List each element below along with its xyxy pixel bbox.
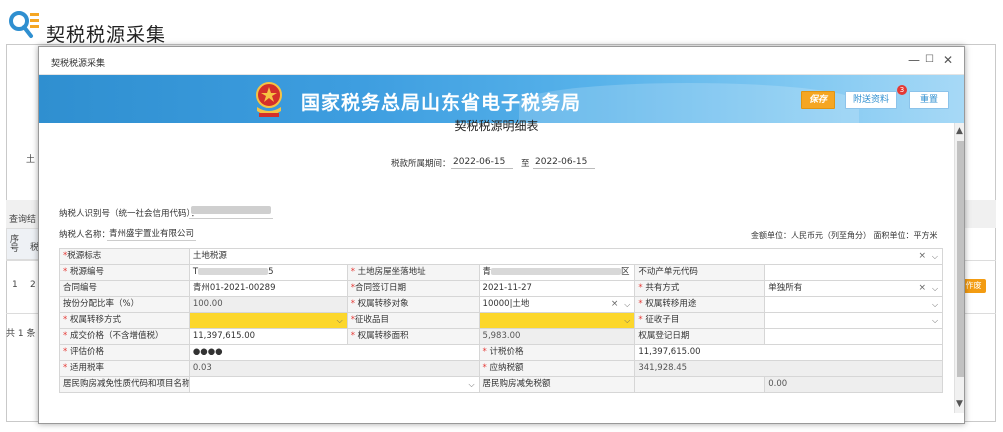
transaction-price-label: * 成交价格（不含增值税） (60, 329, 190, 345)
share-ratio-label: 按份分配比率（%） (60, 297, 190, 313)
document-title: 契税税源明细表 (454, 119, 539, 133)
taxable-price-label: * 计税价格 (479, 345, 636, 361)
col-seq-fragment: 序号 (10, 235, 20, 254)
maximize-icon[interactable]: ☐ (925, 54, 934, 66)
tax-rate-field: 0.03 (189, 361, 480, 377)
transfer-object-label: * 权属转移对象 (347, 297, 480, 313)
form-row: *税源标志 土地税源 × ⌵ (60, 249, 943, 265)
exemption-amount-spacer (635, 377, 766, 393)
taxpayer-name-value: 青州盛宇置业有限公司 (107, 229, 197, 241)
form-row: * 适用税率 0.03 * 应纳税额 341,928.45 (60, 361, 943, 377)
exemption-code-label: 居民购房减免性质代码和项目名称 (60, 377, 190, 393)
ownership-mode-label: * 共有方式 (635, 281, 766, 297)
address-label: * 土地房屋坐落地址 (347, 265, 480, 281)
modal-title: 契税税源采集 (51, 59, 106, 69)
taxpayer-id-label: 纳税人识别号（统一社会信用代码）： (59, 209, 200, 219)
levy-subitem-select[interactable]: ⌵ (765, 313, 944, 329)
ownership-mode-select[interactable]: 单独所有 × ⌵ (765, 281, 944, 297)
tax-payable-field: 341,928.45 (635, 361, 943, 377)
period-start-input[interactable]: 2022-06-15 (451, 155, 513, 169)
source-no-label: * 税源编号 (60, 265, 190, 281)
tax-payable-label: * 应纳税额 (479, 361, 636, 377)
reset-button[interactable]: 重置 (909, 91, 949, 109)
property-unit-code-label: 不动产单元代码 (635, 265, 766, 281)
share-ratio-field: 100.00 (189, 297, 348, 313)
transfer-object-select[interactable]: 10000|土地 × ⌵ (479, 297, 636, 313)
total-count: 共 1 条 (6, 329, 36, 339)
period-label: 税款所属期间： (391, 159, 451, 169)
tax-source-form: *税源标志 土地税源 × ⌵ * 税源编号 T5 * 土地房屋坐落地址 青区 不动产… (59, 248, 944, 393)
tax-rate-label: * 适用税率 (60, 361, 190, 377)
exemption-amount-field: 0.00 (765, 377, 944, 393)
vertical-scrollbar[interactable]: ▲ ▼ (954, 123, 964, 413)
form-row: 居民购房减免性质代码和项目名称 ⌵ 居民购房减免税额 0.00 (60, 377, 944, 393)
save-button[interactable]: 保存 (801, 91, 835, 109)
attach-documents-button[interactable]: 附送资料 (845, 91, 897, 109)
row-code-fragment: 2 (30, 280, 36, 290)
modal-titlebar: 契税税源采集 — ☐ ✕ (39, 47, 964, 75)
taxpayer-name-label: 纳税人名称： (59, 230, 111, 240)
scroll-thumb[interactable] (957, 141, 964, 377)
address-field: 青区 (479, 265, 636, 281)
taxable-price-field: 11,397,615.00 (635, 345, 943, 361)
form-row: * 权属转移方式 ⌵ *征收品目 ⌵ * 征收子目 ⌵ (60, 313, 944, 329)
banner-title: 国家税务总局山东省电子税务局 (301, 92, 582, 114)
form-row: 按份分配比率（%） 100.00 * 权属转移对象 10000|土地 × ⌵ * 权… (60, 297, 944, 313)
contract-date-label: *合同签订日期 (347, 281, 480, 297)
tax-source-modal: 契税税源采集 — ☐ ✕ 国家税务总局山东省电子税务局 保存 附送资料 3 重置… (38, 46, 965, 424)
form-row: * 成交价格（不含增值税） 11,397,615.00 * 权属转移面积 5,9… (60, 329, 944, 345)
taxpayer-id-value (189, 206, 273, 219)
page-title: 契税税源采集 (46, 24, 167, 46)
query-result-fragment: 查询结 (9, 215, 37, 225)
transfer-use-label: * 权属转移用途 (635, 297, 766, 313)
contract-no-label: 合同编号 (60, 281, 190, 297)
transfer-method-label: * 权属转移方式 (60, 313, 190, 329)
unit-note: 金额单位：人民币元（列至角分） 面积单位：平方米 (751, 231, 938, 240)
close-icon[interactable]: ✕ (943, 54, 953, 66)
form-row: 合同编号 青州01-2021-00289 *合同签订日期 2021-11-27 … (60, 281, 944, 297)
source-flag-select[interactable]: 土地税源 × ⌵ (189, 249, 943, 265)
transaction-price-field[interactable]: 11,397,615.00 (189, 329, 348, 345)
contract-no-field[interactable]: 青州01-2021-00289 (189, 281, 348, 297)
transfer-use-select[interactable]: ⌵ (765, 297, 944, 313)
tax-emblem-icon (256, 82, 282, 117)
levy-item-select[interactable]: ⌵ (479, 313, 636, 329)
attach-count-badge: 3 (897, 85, 907, 95)
transfer-method-select[interactable]: ⌵ (189, 313, 348, 329)
source-flag-label: *税源标志 (60, 249, 190, 265)
period-end-input[interactable]: 2022-06-15 (533, 155, 595, 169)
contract-date-field[interactable]: 2021-11-27 (479, 281, 636, 297)
row-index: 1 (12, 280, 18, 290)
assessed-price-label: * 评估价格 (60, 345, 190, 361)
form-row: * 税源编号 T5 * 土地房屋坐落地址 青区 不动产单元代码 (60, 265, 944, 281)
source-no-field: T5 (189, 265, 348, 281)
transfer-area-field: 5,983.00 (479, 329, 636, 345)
land-label-fragment: 土 (26, 155, 36, 165)
property-unit-code-field[interactable] (765, 265, 944, 281)
minimize-icon[interactable]: — (908, 54, 920, 66)
levy-subitem-label: * 征收子目 (635, 313, 766, 329)
page-header: 契税税源采集 (0, 0, 1003, 46)
period-to-label: 至 (521, 159, 530, 169)
registration-date-field[interactable] (765, 329, 944, 345)
assessed-price-field[interactable]: ●●●● (189, 345, 480, 361)
form-row: * 评估价格 ●●●● * 计税价格 11,397,615.00 (60, 345, 943, 361)
exemption-amount-label: 居民购房减免税额 (479, 377, 636, 393)
scroll-up-icon[interactable]: ▲ (956, 126, 963, 136)
exemption-code-select[interactable]: ⌵ (189, 377, 480, 393)
registration-date-label: 权属登记日期 (635, 329, 766, 345)
transfer-area-label: * 权属转移面积 (347, 329, 480, 345)
search-app-icon (9, 11, 39, 38)
scroll-down-icon[interactable]: ▼ (956, 399, 963, 409)
levy-item-label: *征收品目 (347, 313, 480, 329)
